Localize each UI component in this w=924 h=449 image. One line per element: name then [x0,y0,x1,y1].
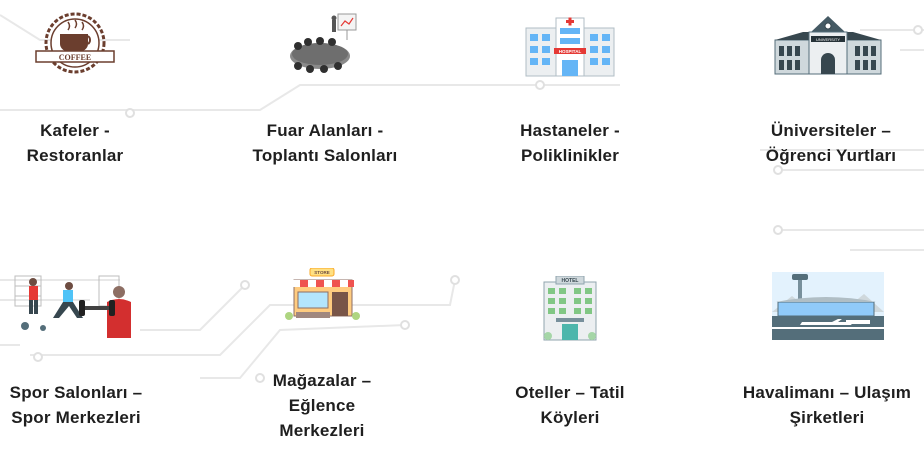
university-sign-text: UNIVERSITY [816,37,840,42]
university-building-icon: UNIVERSITY [774,16,882,75]
category-otel-label[interactable]: Oteller – Tatil Köyleri [496,380,644,430]
store-front-icon: STORE [285,268,360,320]
label-line: Şirketleri [789,408,865,427]
category-hastane[interactable]: HOSPITAL [520,12,620,78]
category-spor[interactable] [12,272,142,340]
hospital-sign-text: HOSPITAL [559,49,582,54]
coffee-badge-icon: COFFEE [35,12,115,74]
category-universite[interactable]: UNIVERSITY [772,12,884,78]
label-line: Hastaneler - [520,121,620,140]
coffee-badge-text: COFFEE [59,53,91,62]
category-fuar-label[interactable]: Fuar Alanları - Toplantı Salonları [240,118,410,168]
label-line: Köyleri [540,408,600,427]
label-line: Eğlence [288,396,356,415]
hotel-building-icon: HOTEL [543,276,597,341]
airport-terminal-icon [772,272,884,340]
label-line: Restoranlar [26,146,124,165]
label-line: Toplantı Salonları [252,146,398,165]
label-line: Spor Merkezleri [11,408,141,427]
label-line: Merkezleri [279,421,365,440]
label-line: Poliklinikler [520,146,620,165]
hotel-sign-text: HOTEL [562,278,579,284]
gym-people-icon [14,275,131,338]
category-havalimani-label[interactable]: Havalimanı – Ulaşım Şirketleri [730,380,924,430]
category-magaza-label[interactable]: Mağazalar – Eğlence Merkezleri [250,368,394,443]
category-otel[interactable]: HOTEL [538,276,602,342]
category-universite-label[interactable]: Üniversiteler – Öğrenci Yurtları [746,118,916,168]
category-magaza[interactable]: STORE [282,268,362,322]
label-line: Mağazalar – [272,371,372,390]
label-line: Spor Salonları – [9,383,143,402]
category-kafeler-label[interactable]: Kafeler - Restoranlar [0,118,150,168]
label-line: Öğrenci Yurtları [765,146,897,165]
label-line: Oteller – Tatil [515,383,625,402]
category-hastane-label[interactable]: Hastaneler - Poliklinikler [490,118,650,168]
category-spor-label[interactable]: Spor Salonları – Spor Merkezleri [0,380,152,430]
meeting-table-icon [290,13,357,73]
store-sign-text: STORE [314,270,329,275]
category-kafeler[interactable]: COFFEE [10,12,140,78]
label-line: Havalimanı – Ulaşım [742,383,912,402]
hospital-building-icon: HOSPITAL [525,17,615,77]
category-fuar[interactable] [278,12,368,80]
label-line: Kafeler - [40,121,110,140]
label-line: Üniversiteler – [770,121,892,140]
label-line: Fuar Alanları - [266,121,384,140]
category-havalimani[interactable] [770,272,886,340]
